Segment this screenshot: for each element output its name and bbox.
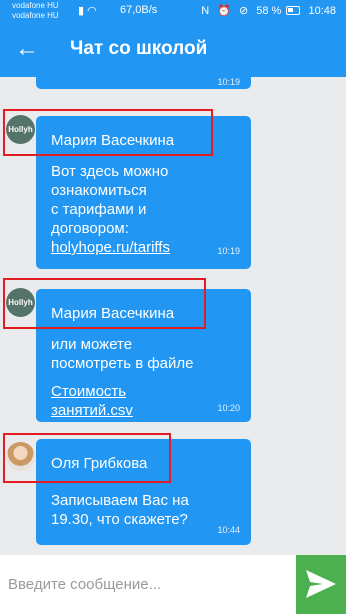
message-line: Записываем Вас на [51,492,189,509]
alarm-icon: ⏰ [217,5,231,17]
status-right: N ⏰ ⊘ 58 % 10:48 [201,4,336,17]
message-bubble: 10:19 [36,77,251,89]
message-list[interactable]: 10:19 Hollyh Мария Васечкина Вот здесь м… [0,77,346,555]
mute-icon: ⊘ [238,5,249,17]
nfc-icon: N [201,5,210,17]
message-text: Вот здесь можно ознакомиться с тарифами … [51,162,170,257]
signal-icons: ▮◠ [78,4,100,17]
highlight-box [3,433,171,483]
message-line: договором: [51,220,129,237]
message-line: или можете [51,336,133,353]
file-link[interactable]: Стоимость [51,382,194,401]
wifi-icon: ◠ [87,5,100,17]
highlight-box [3,278,206,329]
battery-icon [286,6,301,15]
tariffs-link[interactable]: holyhope.ru/tariffs [51,238,170,257]
composer [0,555,346,614]
message-line: 19.30, что скажете? [51,511,188,528]
message-time: 10:19 [217,77,240,87]
message-time: 10:19 [217,246,240,256]
send-button[interactable] [296,555,346,614]
message-text: или можете посмотреть в файле Стоимость … [51,335,194,420]
highlight-box [3,109,213,156]
back-button[interactable]: ← [10,32,44,66]
app-bar: ← Чат со школой [0,22,346,77]
net-speed: 67,0B/s [120,4,158,16]
battery-percent: 58 % [256,5,282,17]
message-line: ознакомиться [51,182,147,199]
page-title: Чат со школой [70,38,208,59]
carrier-1: vodafone HU [12,1,59,10]
status-bar: vodafone HU vodafone HU ▮◠ 67,0B/s N ⏰ ⊘… [0,0,346,22]
file-link[interactable]: занятий.csv [51,401,194,420]
message-line: посмотреть в файле [51,355,194,372]
message-line: Вот здесь можно [51,163,169,180]
message-text: Записываем Вас на 19.30, что скажете? [51,491,189,529]
carrier-labels: vodafone HU vodafone HU [12,1,59,21]
message-time: 10:20 [217,403,240,413]
message-line: с тарифами и [51,201,147,218]
clock: 10:48 [308,5,336,17]
message-input[interactable] [0,555,296,614]
carrier-2: vodafone HU [12,11,59,20]
signal-icon: ▮ [78,5,88,17]
send-icon [306,570,336,598]
arrow-left-icon: ← [15,35,39,62]
message-time: 10:44 [217,525,240,535]
